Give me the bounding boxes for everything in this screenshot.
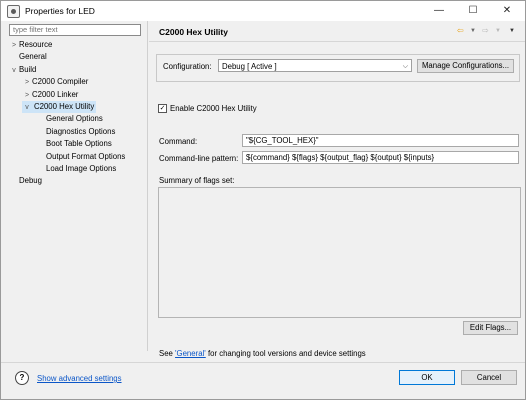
- tree-item-label: Output Format Options: [46, 151, 126, 161]
- tree-item[interactable]: > Resource: [9, 39, 52, 51]
- footer-divider: [1, 362, 525, 363]
- tree-item-label: C2000 Compiler: [32, 77, 89, 87]
- tree-item-label: C2000 Linker: [32, 89, 79, 99]
- pattern-field[interactable]: ${command} ${flags} ${output_flag} ${out…: [242, 151, 519, 164]
- tree-item-label: Resource: [19, 40, 53, 49]
- sash-divider[interactable]: [147, 21, 148, 351]
- configuration-select[interactable]: Debug [ Active ] ⌵: [218, 59, 412, 72]
- filter-input[interactable]: [9, 24, 141, 36]
- window-title: Properties for LED: [25, 6, 95, 16]
- tree-item-label: C2000 Hex Utility: [34, 102, 95, 111]
- view-menu-icon[interactable]: ▼: [509, 28, 515, 34]
- page-title: C2000 Hex Utility: [159, 27, 228, 37]
- tree-item-label: General: [19, 52, 47, 62]
- close-button[interactable]: ✕: [490, 1, 524, 21]
- chevron-down-icon: ⌵: [402, 63, 408, 70]
- help-icon[interactable]: ?: [15, 371, 29, 385]
- manage-configurations-button[interactable]: Manage Configurations...: [417, 59, 514, 73]
- page-header: C2000 Hex Utility ⇦ ▼ ⇨ ▼ ▼: [149, 22, 525, 42]
- summary-label: Summary of flags set:: [159, 176, 235, 185]
- tree-item[interactable]: v Build: [9, 64, 36, 76]
- tree-item-label: Debug: [19, 176, 42, 186]
- tree-item-label: General Options: [46, 114, 103, 124]
- summary-flags-area[interactable]: [158, 187, 521, 318]
- see-text: See: [159, 349, 173, 358]
- maximize-button[interactable]: ☐: [456, 1, 490, 21]
- pattern-label: Command-line pattern:: [159, 154, 239, 163]
- general-link[interactable]: 'General': [175, 349, 206, 358]
- tree-item[interactable]: Debug: [9, 175, 42, 187]
- collapsed-chevron-icon[interactable]: >: [22, 77, 32, 89]
- tree-item[interactable]: v C2000 Hex Utility: [22, 101, 97, 114]
- collapsed-chevron-icon[interactable]: >: [9, 40, 19, 52]
- edit-flags-button[interactable]: Edit Flags...: [463, 321, 518, 335]
- tree-item[interactable]: General Options: [36, 113, 103, 125]
- app-icon: [7, 5, 20, 18]
- tree-item-label: Diagnostics Options: [46, 126, 116, 136]
- tree-item[interactable]: General: [9, 51, 47, 63]
- enable-hex-utility-checkbox[interactable]: ✓: [158, 104, 167, 113]
- title-bar: Properties for LED — ☐ ✕: [1, 1, 525, 21]
- tree-item[interactable]: > C2000 Linker: [22, 89, 78, 101]
- configuration-label: Configuration:: [163, 62, 212, 71]
- ok-button[interactable]: OK: [399, 370, 455, 385]
- tree-item-label: Load Image Options: [46, 164, 117, 173]
- collapsed-chevron-icon[interactable]: >: [22, 90, 32, 102]
- general-hint: See 'General' for changing tool versions…: [159, 349, 366, 358]
- tree-item[interactable]: Output Format Options: [36, 151, 125, 163]
- expanded-chevron-icon[interactable]: v: [9, 65, 19, 77]
- cancel-button[interactable]: Cancel: [461, 370, 517, 385]
- forward-arrow-icon[interactable]: ⇨: [482, 26, 489, 35]
- tree-item[interactable]: > C2000 Compiler: [22, 76, 88, 88]
- tree-item-label: Boot Table Options: [46, 139, 112, 149]
- minimize-button[interactable]: —: [422, 1, 456, 21]
- properties-dialog: Properties for LED — ☐ ✕ >ResourceGenera…: [0, 0, 526, 400]
- show-advanced-settings-link[interactable]: Show advanced settings: [37, 374, 122, 383]
- configuration-value: Debug [ Active ]: [222, 62, 277, 71]
- tree-item[interactable]: Load Image Options: [36, 163, 116, 175]
- enable-hex-utility-label: Enable C2000 Hex Utility: [170, 104, 257, 113]
- back-arrow-icon[interactable]: ⇦: [457, 26, 464, 35]
- forward-dropdown-icon[interactable]: ▼: [495, 28, 501, 34]
- expanded-chevron-icon[interactable]: v: [22, 102, 32, 114]
- tree-item[interactable]: Boot Table Options: [36, 138, 112, 150]
- back-dropdown-icon[interactable]: ▼: [470, 28, 476, 34]
- command-label: Command:: [159, 137, 198, 146]
- command-field[interactable]: "${CG_TOOL_HEX}": [242, 134, 519, 147]
- tree-item-label: Build: [19, 64, 37, 74]
- tree-item[interactable]: Diagnostics Options: [36, 126, 115, 138]
- see-rest-text: for changing tool versions and device se…: [207, 349, 366, 358]
